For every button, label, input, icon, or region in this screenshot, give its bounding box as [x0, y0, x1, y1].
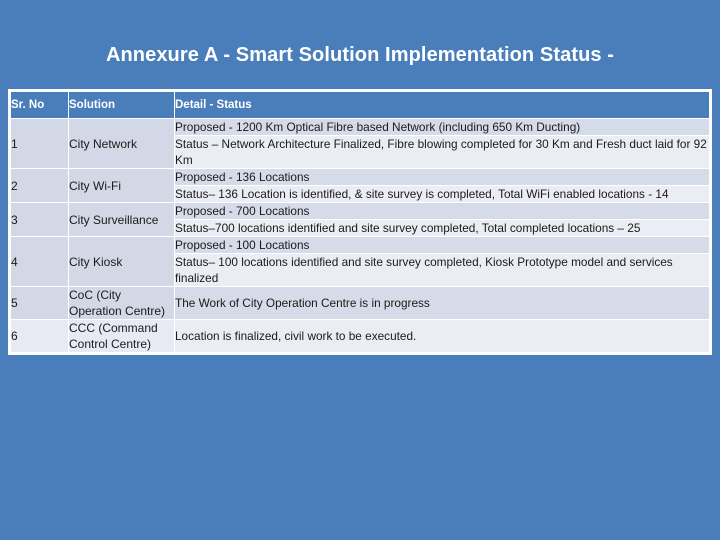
table-row: 1 City Network Proposed - 1200 Km Optica…: [10, 118, 710, 169]
cell-solution: City Wi-Fi: [68, 168, 175, 203]
cell-detail-proposed: Proposed - 700 Locations: [174, 202, 710, 220]
status-table: Sr. No Solution Detail - Status 1 City N…: [10, 91, 710, 353]
cell-detail-status: The Work of City Operation Centre is in …: [174, 286, 710, 320]
cell-solution: City Kiosk: [68, 236, 175, 287]
cell-sr-no: 2: [10, 168, 69, 203]
column-header-sr-no: Sr. No: [10, 91, 69, 119]
table-header-row: Sr. No Solution Detail - Status: [10, 91, 710, 119]
cell-solution: City Surveillance: [68, 202, 175, 237]
cell-detail-status: Status–700 locations identified and site…: [174, 219, 710, 237]
cell-solution: City Network: [68, 118, 175, 169]
cell-detail-proposed: Proposed - 136 Locations: [174, 168, 710, 186]
table-body: 1 City Network Proposed - 1200 Km Optica…: [10, 118, 710, 353]
cell-solution: CCC (Command Control Centre): [68, 319, 175, 353]
table-row: 3 City Surveillance Proposed - 700 Locat…: [10, 202, 710, 237]
table-row: 5 CoC (City Operation Centre) The Work o…: [10, 286, 710, 320]
column-header-detail-status: Detail - Status: [174, 91, 710, 119]
table-row: 2 City Wi-Fi Proposed - 136 Locations: [10, 168, 710, 203]
table-row: 4 City Kiosk Proposed - 100 Locations: [10, 236, 710, 287]
table-row: 6 CCC (Command Control Centre) Location …: [10, 319, 710, 353]
cell-detail-status: Location is finalized, civil work to be …: [174, 319, 710, 353]
cell-sr-no: 1: [10, 118, 69, 169]
cell-sr-no: 5: [10, 286, 69, 320]
cell-detail-status: Status– 100 locations identified and sit…: [174, 253, 710, 287]
column-header-solution: Solution: [68, 91, 175, 119]
cell-detail-status: Status– 136 Location is identified, & si…: [174, 185, 710, 203]
cell-sr-no: 4: [10, 236, 69, 287]
table-header: Sr. No Solution Detail - Status: [10, 91, 710, 119]
page-title: Annexure A - Smart Solution Implementati…: [105, 44, 615, 66]
cell-detail-proposed: Proposed - 1200 Km Optical Fibre based N…: [174, 118, 710, 136]
status-table-container: Sr. No Solution Detail - Status 1 City N…: [8, 89, 712, 355]
cell-sr-no: 3: [10, 202, 69, 237]
cell-solution: CoC (City Operation Centre): [68, 286, 175, 320]
cell-detail-status: Status – Network Architecture Finalized,…: [174, 135, 710, 169]
cell-detail-proposed: Proposed - 100 Locations: [174, 236, 710, 254]
slide-canvas: Annexure A - Smart Solution Implementati…: [0, 0, 720, 540]
cell-sr-no: 6: [10, 319, 69, 353]
